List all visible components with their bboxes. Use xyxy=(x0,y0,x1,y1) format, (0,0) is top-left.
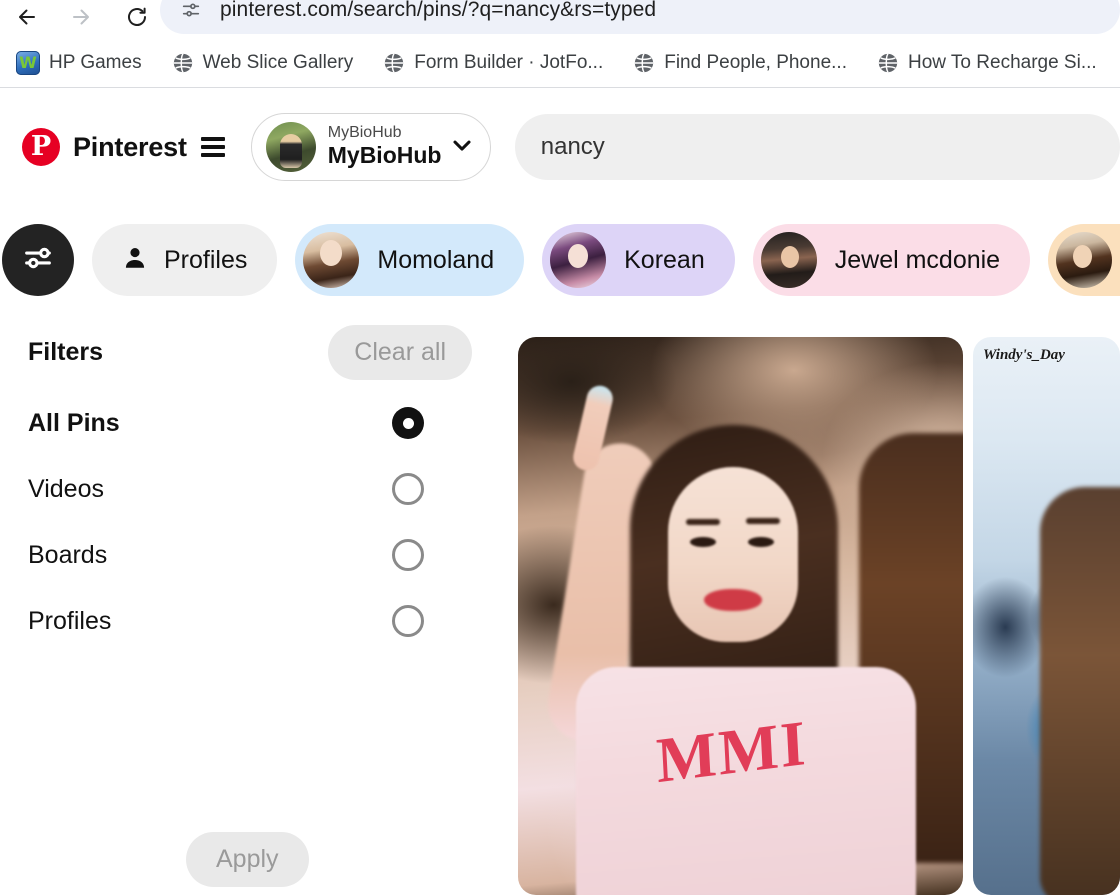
filters-header: Filters Clear all xyxy=(28,314,472,390)
back-button[interactable] xyxy=(10,0,44,34)
filter-toggle-button[interactable] xyxy=(2,224,74,296)
chip-label: Momoland xyxy=(377,245,495,274)
globe-favicon xyxy=(383,52,405,74)
chip-profiles[interactable]: Profiles xyxy=(92,224,278,296)
filter-option-videos[interactable]: Videos xyxy=(28,456,472,522)
globe-favicon xyxy=(633,52,655,74)
pinterest-header: P Pinterest MyBioHub MyBioHub nancy xyxy=(0,88,1120,206)
account-text: MyBioHub MyBioHub xyxy=(328,124,444,170)
bookmark-label: How To Recharge Si... xyxy=(907,52,1097,73)
bookmark-label: Find People, Phone... xyxy=(664,52,847,73)
avatar xyxy=(265,122,316,172)
chip-ajram[interactable]: Ajram xyxy=(1048,224,1120,296)
apply-button-wrap: Apply xyxy=(186,832,309,887)
pinterest-wordmark: Pinterest xyxy=(73,131,187,162)
search-input[interactable]: nancy xyxy=(514,114,1120,180)
chevron-down-icon[interactable] xyxy=(448,131,476,164)
filter-option-label: Videos xyxy=(28,474,104,503)
pin-image: Windy's_Day xyxy=(973,337,1120,895)
pin-image-detail xyxy=(748,537,774,547)
bookmark-form-builder[interactable]: Form Builder · JotFo... xyxy=(375,46,611,80)
filters-panel: Filters Clear all All Pins Videos Boards… xyxy=(0,314,500,895)
radio-all-pins[interactable] xyxy=(392,407,424,439)
bookmark-hp-games[interactable]: W HP Games xyxy=(8,46,150,80)
bookmark-how-to-recharge[interactable]: How To Recharge Si... xyxy=(869,46,1105,80)
chip-label: Profiles xyxy=(164,245,248,274)
filter-option-label: Boards xyxy=(28,540,108,569)
browser-chrome: pinterest.com/search/pins/?q=nancy&rs=ty… xyxy=(0,0,1120,88)
chip-momoland[interactable]: Momoland xyxy=(295,224,525,296)
search-input-value[interactable]: nancy xyxy=(541,133,605,161)
chip-jewel-mcdonie[interactable]: Jewel mcdonie xyxy=(752,224,1031,296)
pinterest-logo-icon: P xyxy=(22,128,60,166)
filter-option-boards[interactable]: Boards xyxy=(28,522,472,588)
bookmark-label: Form Builder · JotFo... xyxy=(414,52,604,73)
omnibox-row: pinterest.com/search/pins/?q=nancy&rs=ty… xyxy=(0,0,1120,34)
site-settings-icon[interactable] xyxy=(174,0,208,27)
pin-image: MMI xyxy=(518,337,963,895)
pin-image-detail xyxy=(704,589,762,611)
reload-icon xyxy=(125,5,149,29)
chip-label: Jewel mcdonie xyxy=(834,245,1001,274)
search-filter-chips: Profiles Momoland Korean Jewel mcdonie A… xyxy=(0,206,1120,314)
pinterest-logo-letter: P xyxy=(30,130,52,162)
address-bar-url[interactable]: pinterest.com/search/pins/?q=nancy&rs=ty… xyxy=(220,0,656,22)
pin-image-detail xyxy=(1040,487,1120,895)
radio-videos[interactable] xyxy=(392,473,424,505)
filter-option-all-pins[interactable]: All Pins xyxy=(28,390,472,456)
browser-window: pinterest.com/search/pins/?q=nancy&rs=ty… xyxy=(0,0,1120,895)
bookmark-find-people[interactable]: Find People, Phone... xyxy=(625,46,855,80)
bookmark-web-slice-gallery[interactable]: Web Slice Gallery xyxy=(164,46,362,80)
globe-favicon xyxy=(172,52,194,74)
filter-option-label: Profiles xyxy=(28,606,112,635)
chip-korean[interactable]: Korean xyxy=(542,224,735,296)
clear-all-button[interactable]: Clear all xyxy=(328,324,472,380)
chip-avatar xyxy=(760,232,817,288)
filter-option-profiles[interactable]: Profiles xyxy=(28,588,472,654)
pin-image-detail xyxy=(668,467,798,642)
pin-nancy-momoland[interactable]: MMI xyxy=(518,337,963,895)
hp-games-favicon: W xyxy=(16,51,40,75)
account-sub-label: MyBioHub xyxy=(327,124,402,141)
chip-avatar xyxy=(550,232,607,288)
sliders-icon xyxy=(21,241,55,280)
chip-avatar xyxy=(1056,232,1113,288)
chip-label: Korean xyxy=(624,245,705,274)
pin-watermark: Windy's_Day xyxy=(983,347,1065,363)
arrow-right-icon xyxy=(69,5,93,29)
apply-button[interactable]: Apply xyxy=(186,832,309,887)
arrow-left-icon xyxy=(15,5,39,29)
reload-button[interactable] xyxy=(120,0,154,34)
pinterest-home-link[interactable]: P Pinterest xyxy=(22,128,225,166)
forward-button[interactable] xyxy=(64,0,98,34)
bookmarks-bar: W HP Games Web Slice Gallery Form Builde… xyxy=(0,38,1120,88)
page-title: Filters xyxy=(28,337,104,366)
filter-option-label: All Pins xyxy=(28,408,120,437)
pin-image-detail xyxy=(686,519,720,525)
person-icon xyxy=(122,245,148,276)
pin-windys-day[interactable]: Windy's_Day xyxy=(973,337,1120,895)
pin-image-detail xyxy=(746,518,780,524)
account-name: MyBioHub xyxy=(327,142,442,169)
bookmark-label: Web Slice Gallery xyxy=(202,52,354,73)
globe-favicon xyxy=(877,52,899,74)
hamburger-icon[interactable] xyxy=(200,136,225,158)
chip-avatar xyxy=(303,232,360,288)
pin-image-detail xyxy=(690,537,716,547)
bookmark-label: HP Games xyxy=(49,52,142,73)
radio-profiles[interactable] xyxy=(392,605,424,637)
account-switcher[interactable]: MyBioHub MyBioHub xyxy=(250,113,491,181)
address-bar[interactable]: pinterest.com/search/pins/?q=nancy&rs=ty… xyxy=(160,0,1120,34)
radio-boards[interactable] xyxy=(392,539,424,571)
pin-results-grid: MMI Windy's_Day xyxy=(500,314,1120,895)
